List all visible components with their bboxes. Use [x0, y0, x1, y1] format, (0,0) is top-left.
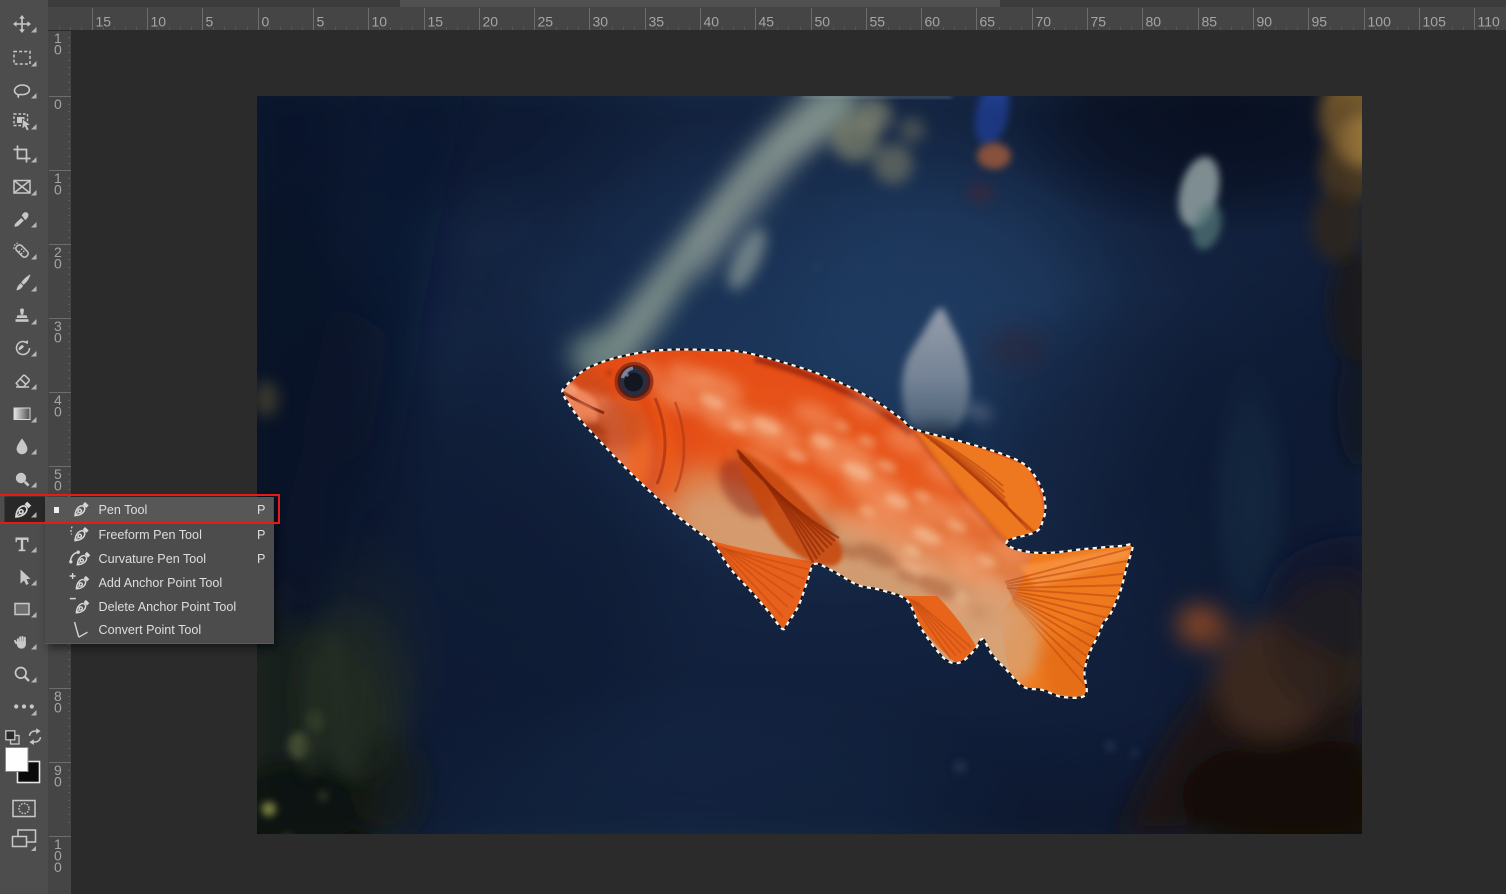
svg-text:90: 90 — [1257, 14, 1273, 30]
svg-text:60: 60 — [925, 14, 941, 30]
svg-text:0: 0 — [262, 14, 270, 30]
svg-text:0: 0 — [54, 774, 62, 790]
svg-text:75: 75 — [1091, 14, 1107, 30]
svg-text:35: 35 — [649, 14, 665, 30]
svg-text:105: 105 — [1423, 14, 1447, 30]
svg-text:10: 10 — [151, 14, 167, 30]
svg-text:15: 15 — [96, 14, 112, 30]
svg-text:100: 100 — [1368, 14, 1392, 30]
svg-text:5: 5 — [206, 14, 214, 30]
svg-text:50: 50 — [815, 14, 831, 30]
svg-text:70: 70 — [1036, 14, 1052, 30]
svg-text:0: 0 — [54, 182, 62, 198]
svg-text:0: 0 — [54, 42, 62, 58]
svg-text:80: 80 — [1146, 14, 1162, 30]
svg-text:45: 45 — [759, 14, 775, 30]
svg-text:0: 0 — [54, 478, 62, 494]
svg-text:0: 0 — [54, 330, 62, 346]
svg-text:0: 0 — [54, 404, 62, 420]
svg-text:95: 95 — [1312, 14, 1328, 30]
svg-text:0: 0 — [54, 96, 62, 112]
svg-text:110: 110 — [1478, 14, 1501, 30]
svg-text:85: 85 — [1202, 14, 1218, 30]
svg-text:40: 40 — [704, 14, 720, 30]
svg-text:65: 65 — [980, 14, 996, 30]
svg-text:10: 10 — [372, 14, 388, 30]
svg-text:55: 55 — [870, 14, 886, 30]
svg-text:25: 25 — [538, 14, 554, 30]
svg-text:5: 5 — [317, 14, 325, 30]
svg-text:0: 0 — [54, 700, 62, 716]
svg-text:30: 30 — [593, 14, 609, 30]
svg-text:0: 0 — [54, 256, 62, 272]
svg-text:20: 20 — [483, 14, 499, 30]
svg-text:15: 15 — [428, 14, 444, 30]
svg-text:0: 0 — [54, 859, 62, 875]
